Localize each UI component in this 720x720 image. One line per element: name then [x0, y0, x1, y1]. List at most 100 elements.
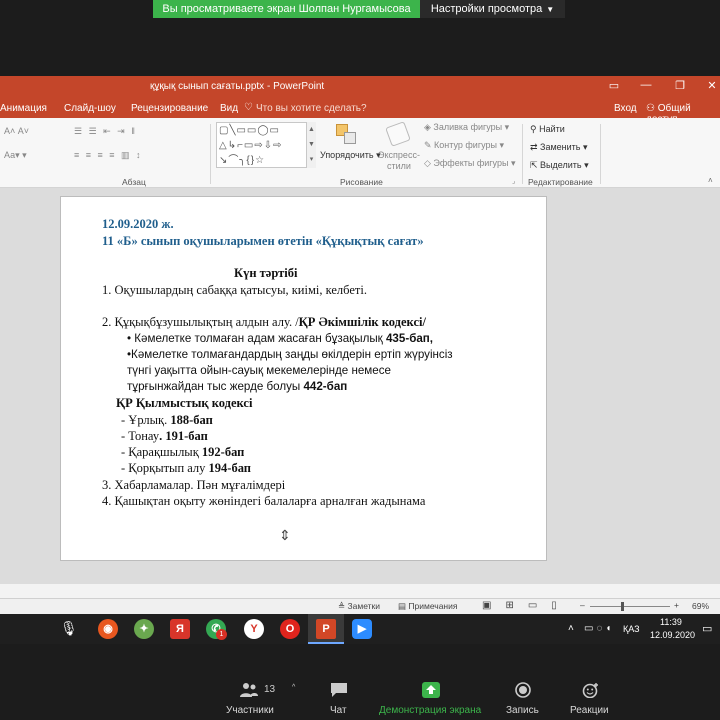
tab-slideshow[interactable]: Слайд-шоу [64, 103, 116, 114]
participants-count: 13 [264, 684, 276, 695]
quick-styles-button[interactable]: Экспресс-стили [376, 150, 422, 172]
shape-outline-label: Контур фигуры [434, 140, 497, 150]
article-191: . 191-бап [159, 429, 208, 443]
crime-extortion: - Қорқытып алу 194-бап [121, 461, 251, 476]
sub-item-435: • Кәмелетке толмаған адам жасаған бұзақы… [127, 332, 433, 345]
language-indicator[interactable]: ҚАЗ [623, 624, 640, 634]
tab-review[interactable]: Рецензирование [131, 103, 208, 114]
article-188: 188-бап [170, 413, 213, 427]
zoom-out-button[interactable]: – [580, 600, 585, 610]
firefox-icon[interactable]: ◉ [98, 619, 118, 639]
close-button[interactable]: ✕ [702, 79, 720, 95]
share-banner: Вы просматриваете экран Шолпан Нургамысо… [153, 0, 420, 18]
align-buttons[interactable]: ≡ ≡ ≡ ≡ ▥ ↕ [74, 150, 143, 161]
microphone-icon[interactable]: 🎙 [60, 620, 78, 637]
notes-label: Заметки [347, 601, 380, 611]
select-button[interactable]: ⇱ Выделить ▾ [530, 160, 589, 171]
notes-button[interactable]: ≜ Заметки [338, 601, 380, 612]
crime-robbery: - Тонау. 191-бап [121, 429, 208, 444]
chevron-up-icon[interactable]: ˄ [568, 623, 574, 634]
login-link[interactable]: Вход [614, 103, 637, 114]
quick-styles-icon[interactable] [385, 121, 411, 147]
document-title: құқық сынып сағаты.pptx - PowerPoint [150, 81, 325, 92]
tray-icons[interactable]: ▭◌◖ [584, 623, 614, 634]
zoom-slider-thumb[interactable] [621, 602, 624, 611]
clock-time[interactable]: 11:39 [660, 617, 682, 627]
lightbulb-icon: ♡ [244, 102, 253, 113]
opera-icon[interactable]: O [280, 619, 300, 639]
share-screen-button[interactable]: Демонстрация экрана [379, 705, 481, 716]
agenda-item-1: 1. Оқушылардың сабаққа қатысуы, киімі, к… [102, 283, 367, 297]
tab-view[interactable]: Вид [220, 103, 238, 114]
crime-extortion-text: - Қорқытып алу [121, 461, 209, 475]
reactions-button[interactable]: Реакции [570, 705, 609, 716]
tab-animation[interactable]: Анимация [0, 103, 47, 114]
list-buttons[interactable]: ☰ ☰ ⇤ ⇥ ‖ [74, 126, 137, 137]
crime-theft-text: - Ұрлық. [121, 413, 171, 427]
tell-me-input[interactable]: Что вы хотите сделать? [256, 103, 367, 114]
participants-button[interactable]: Участники [226, 705, 274, 716]
slide[interactable]: 12.09.2020 ж. 11 «Б» сынып оқушыларымен … [60, 196, 547, 561]
powerpoint-icon: P [316, 619, 336, 639]
sub-item-435-text: • Кәмелетке толмаған адам жасаған бұзақы… [127, 332, 386, 345]
agenda-item-4: 4. Қашықтан оқыту жөніндегі балаларға ар… [102, 494, 426, 508]
replace-icon: ⇄ [530, 142, 541, 152]
restore-button[interactable]: ❐ [670, 79, 690, 95]
view-settings-button[interactable]: Настройки просмотра ▼ [420, 0, 565, 18]
font-size-buttons[interactable]: А˄ А˅ [4, 126, 29, 136]
change-case-button[interactable]: Аа▾ ▾ [4, 150, 27, 161]
admin-code-label: ҚР Әкімшілік кодексі [298, 315, 423, 329]
windows-taskbar: 🎙 ◉ ✦ Я ✆ 1 Y O P ▶ ˄ ▭◌◖ ҚАЗ 11:39 12.0… [0, 614, 720, 644]
zoom-in-button[interactable]: + [674, 600, 679, 610]
ribbon: А˄ А˅ Аа▾ ▾ ☰ ☰ ⇤ ⇥ ‖ ≡ ≡ ≡ ≡ ▥ ↕ Абзац … [0, 118, 720, 188]
ribbon-tabs: Анимация Слайд-шоу Рецензирование Вид ♡ … [0, 98, 720, 125]
shape-effects-button[interactable]: ◇ Эффекты фигуры ▾ [424, 158, 515, 169]
ribbon-separator [600, 124, 601, 184]
replace-button[interactable]: ⇄ Заменить ▾ [530, 142, 588, 153]
search-icon: ⚲ [530, 124, 540, 134]
shape-fill-label: Заливка фигуры [433, 122, 503, 132]
collapse-ribbon-icon[interactable]: ˄ [708, 176, 713, 185]
zoom-level[interactable]: 69% [692, 601, 709, 611]
shapes-gallery[interactable]: ▢╲▭▭◯▭ △↳⌐▭⇨⇩⇨ ↘⌒╮{}☆ [216, 122, 316, 168]
zoom-slider[interactable] [590, 606, 670, 607]
arrange-icon[interactable] [336, 124, 358, 146]
ribbon-options-icon[interactable]: ▭ [604, 79, 624, 95]
agenda-item-2: 2. Құқықбұзушылықтың алдын алу. /ҚР Әкім… [102, 315, 426, 330]
whatsapp-badge: 1 [216, 629, 227, 640]
yandex-icon[interactable]: Я [170, 619, 190, 639]
zoom-app-icon[interactable]: ▶ [352, 619, 372, 639]
sub-item-442-line3: тұрғынжайдан тыс жерде болуы 442-бап [127, 380, 347, 393]
slide-workspace: 12.09.2020 ж. 11 «Б» сынып оқушыларымен … [0, 188, 720, 584]
arrange-shape-front [344, 132, 356, 144]
select-label: Выделить [540, 160, 582, 170]
minimize-button[interactable]: — [636, 79, 656, 95]
crime-brigandage: - Қарақшылық 192-бап [121, 445, 244, 460]
article-442: 442-бап [303, 380, 348, 393]
chat-button[interactable]: Чат [330, 705, 347, 716]
shape-fill-button[interactable]: ◈ Заливка фигуры ▾ [424, 122, 509, 133]
shapes-gallery-scroll[interactable]: ▲ ▼ ▾ [306, 122, 316, 168]
notification-icon[interactable]: ▭ [702, 622, 712, 635]
comments-button[interactable]: ▤ Примечания [398, 601, 457, 612]
arrange-button[interactable]: Упорядочить ▾ [320, 150, 381, 161]
slide-subtitle: 11 «Б» сынып оқушыларымен өтетін «Құқықт… [102, 234, 424, 248]
record-icon [515, 682, 531, 698]
browser-icon[interactable]: ✦ [134, 619, 154, 639]
shape-outline-button[interactable]: ✎ Контур фигуры ▾ [424, 140, 504, 151]
view-buttons[interactable]: ▣⊞▭▯ [482, 600, 571, 611]
chevron-up-icon[interactable]: ^ [292, 684, 295, 691]
reactions-icon [582, 683, 598, 698]
resize-handle-icon[interactable]: ⇕ [279, 527, 291, 544]
chevron-down-icon: ▼ [546, 5, 555, 14]
dialog-launcher-icon[interactable]: ⌟ [512, 177, 515, 185]
record-button[interactable]: Запись [506, 705, 539, 716]
title-bar: құқық сынып сағаты.pptx - PowerPoint ▭ —… [0, 76, 720, 98]
yandex-browser-icon[interactable]: Y [244, 619, 264, 639]
clock-date[interactable]: 12.09.2020 [650, 630, 695, 640]
find-button[interactable]: ⚲ Найти [530, 124, 565, 135]
view-settings-label: Настройки просмотра [430, 3, 543, 15]
status-bar: ≜ Заметки ▤ Примечания ▣⊞▭▯ – + 69% [0, 598, 720, 614]
crime-robbery-text: - Тонау [121, 429, 160, 443]
agenda-item-2-text: 2. Құқықбұзушылықтың алдын алу. / [102, 315, 299, 329]
